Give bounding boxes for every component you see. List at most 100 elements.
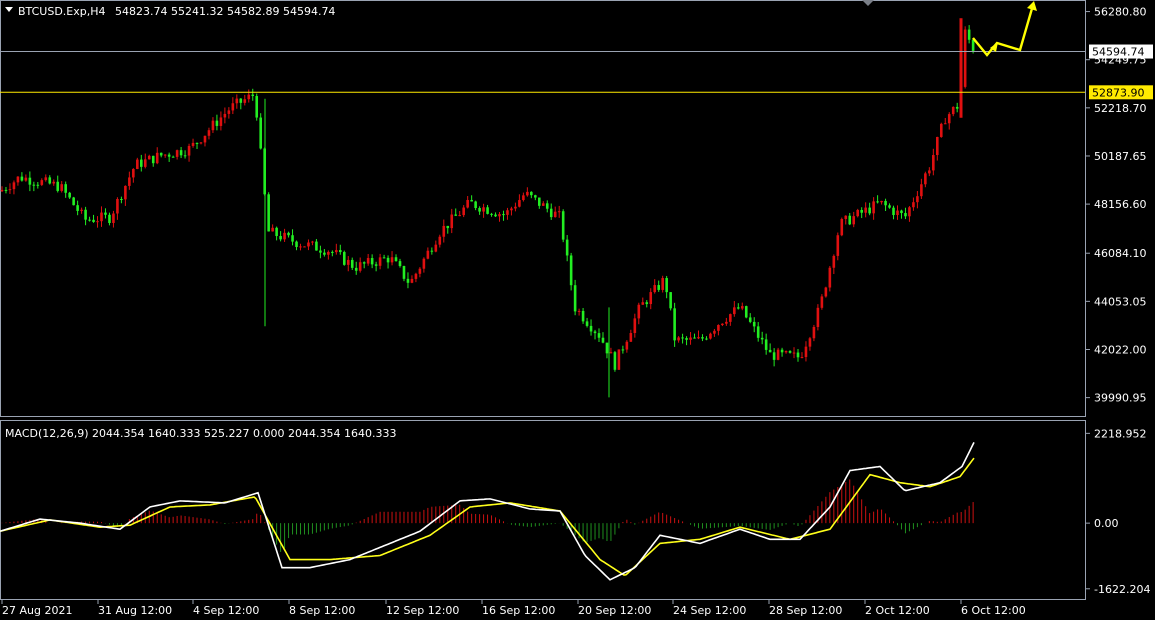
price-tick-label: 56280.80 — [1094, 6, 1147, 19]
candle-body — [633, 318, 637, 334]
candle-body — [64, 184, 67, 193]
candle-body — [522, 195, 525, 201]
time-tick-label: 6 Oct 12:00 — [961, 604, 1026, 617]
candle-body — [470, 199, 473, 202]
candle-body — [450, 214, 454, 229]
candle-body — [812, 326, 816, 339]
candle-body — [12, 182, 16, 190]
candle-body — [350, 259, 354, 268]
candle-body — [737, 307, 740, 309]
candle-body — [323, 252, 326, 255]
candle-body — [856, 209, 859, 217]
candle-body — [446, 225, 450, 229]
macd-tick-label: -1622.204 — [1094, 583, 1150, 596]
candle-body — [836, 235, 840, 256]
candle-body — [880, 200, 883, 203]
candle-body — [299, 246, 302, 248]
candle-body — [959, 18, 963, 118]
candle-body — [362, 262, 366, 264]
candle-body — [56, 181, 60, 191]
candle-body — [303, 246, 306, 248]
trading-chart[interactable]: 56280.8054249.7552218.7050187.6548156.60… — [0, 0, 1155, 620]
candle-body — [709, 333, 712, 339]
candle-body — [76, 205, 79, 211]
candle-body — [100, 212, 103, 222]
candle-body — [354, 267, 358, 271]
candle-body — [717, 324, 720, 331]
candle-body — [16, 176, 20, 183]
candle-body — [924, 173, 927, 185]
candle-body — [44, 177, 48, 181]
candle-body — [577, 310, 581, 312]
level-price-tag: 52873.90 — [1089, 85, 1153, 100]
price-tick-label: 44053.05 — [1094, 295, 1147, 308]
macd-tick-label: 2218.952 — [1094, 427, 1147, 440]
candle-body — [187, 145, 191, 156]
candle-body — [904, 213, 907, 217]
time-tick-label: 31 Aug 12:00 — [98, 604, 172, 617]
price-tick-label: 39990.95 — [1094, 392, 1147, 405]
candle-body — [673, 308, 676, 341]
time-tick-label: 12 Sep 12:00 — [386, 604, 459, 617]
candle-body — [251, 94, 255, 97]
candle-body — [864, 207, 867, 213]
candle-body — [665, 278, 668, 293]
candle-body — [518, 200, 521, 207]
candle-body — [120, 199, 123, 201]
candle-body — [629, 333, 633, 342]
candle-body — [175, 150, 179, 157]
candle-body — [199, 142, 203, 144]
candle-body — [553, 211, 557, 218]
candle-body — [840, 219, 844, 236]
candle-body — [422, 258, 426, 269]
candle-body — [378, 257, 382, 266]
candle-body — [510, 208, 513, 211]
candle-body — [271, 227, 274, 232]
candle-body — [335, 250, 338, 253]
candle-body — [163, 154, 167, 156]
candle-body — [653, 285, 657, 293]
candle-body — [394, 257, 398, 262]
candle-body — [442, 225, 446, 237]
candle-body — [358, 262, 362, 271]
candle-body — [108, 214, 111, 223]
candle-body — [319, 250, 322, 253]
candle-body — [685, 338, 688, 340]
candle-body — [20, 176, 24, 181]
candle-body — [4, 189, 8, 191]
candle-body — [311, 241, 314, 243]
candle-body — [227, 110, 231, 114]
candle-body — [549, 208, 553, 218]
candle-body — [617, 349, 621, 370]
candle-body — [474, 201, 477, 208]
candle-body — [207, 130, 211, 136]
candle-body — [438, 236, 442, 245]
candle-body — [625, 341, 629, 350]
candle-body — [908, 207, 911, 217]
candle-body — [179, 150, 183, 156]
candle-body — [971, 39, 975, 51]
candle-body — [402, 266, 406, 279]
candle-body — [92, 219, 95, 222]
candle-body — [955, 106, 959, 109]
candle-body — [681, 337, 684, 339]
candle-body — [744, 306, 748, 318]
candle-body — [275, 227, 278, 237]
candle-body — [283, 232, 286, 240]
candle-body — [752, 321, 756, 327]
candle-body — [876, 201, 879, 203]
candle-body — [279, 236, 282, 240]
candle-body — [928, 170, 931, 174]
candle-body — [259, 117, 262, 149]
candle-body — [526, 191, 529, 196]
candle-body — [589, 325, 593, 332]
candle-body — [848, 215, 852, 225]
price-axis: 56280.8054249.7552218.7050187.6548156.60… — [1085, 6, 1147, 405]
candle-body — [48, 177, 52, 184]
candle-body — [621, 349, 625, 351]
candle-body — [860, 209, 863, 213]
candle-body — [223, 113, 227, 118]
candle-body — [52, 181, 56, 184]
candle-body — [748, 317, 752, 322]
candle-body — [24, 177, 28, 181]
